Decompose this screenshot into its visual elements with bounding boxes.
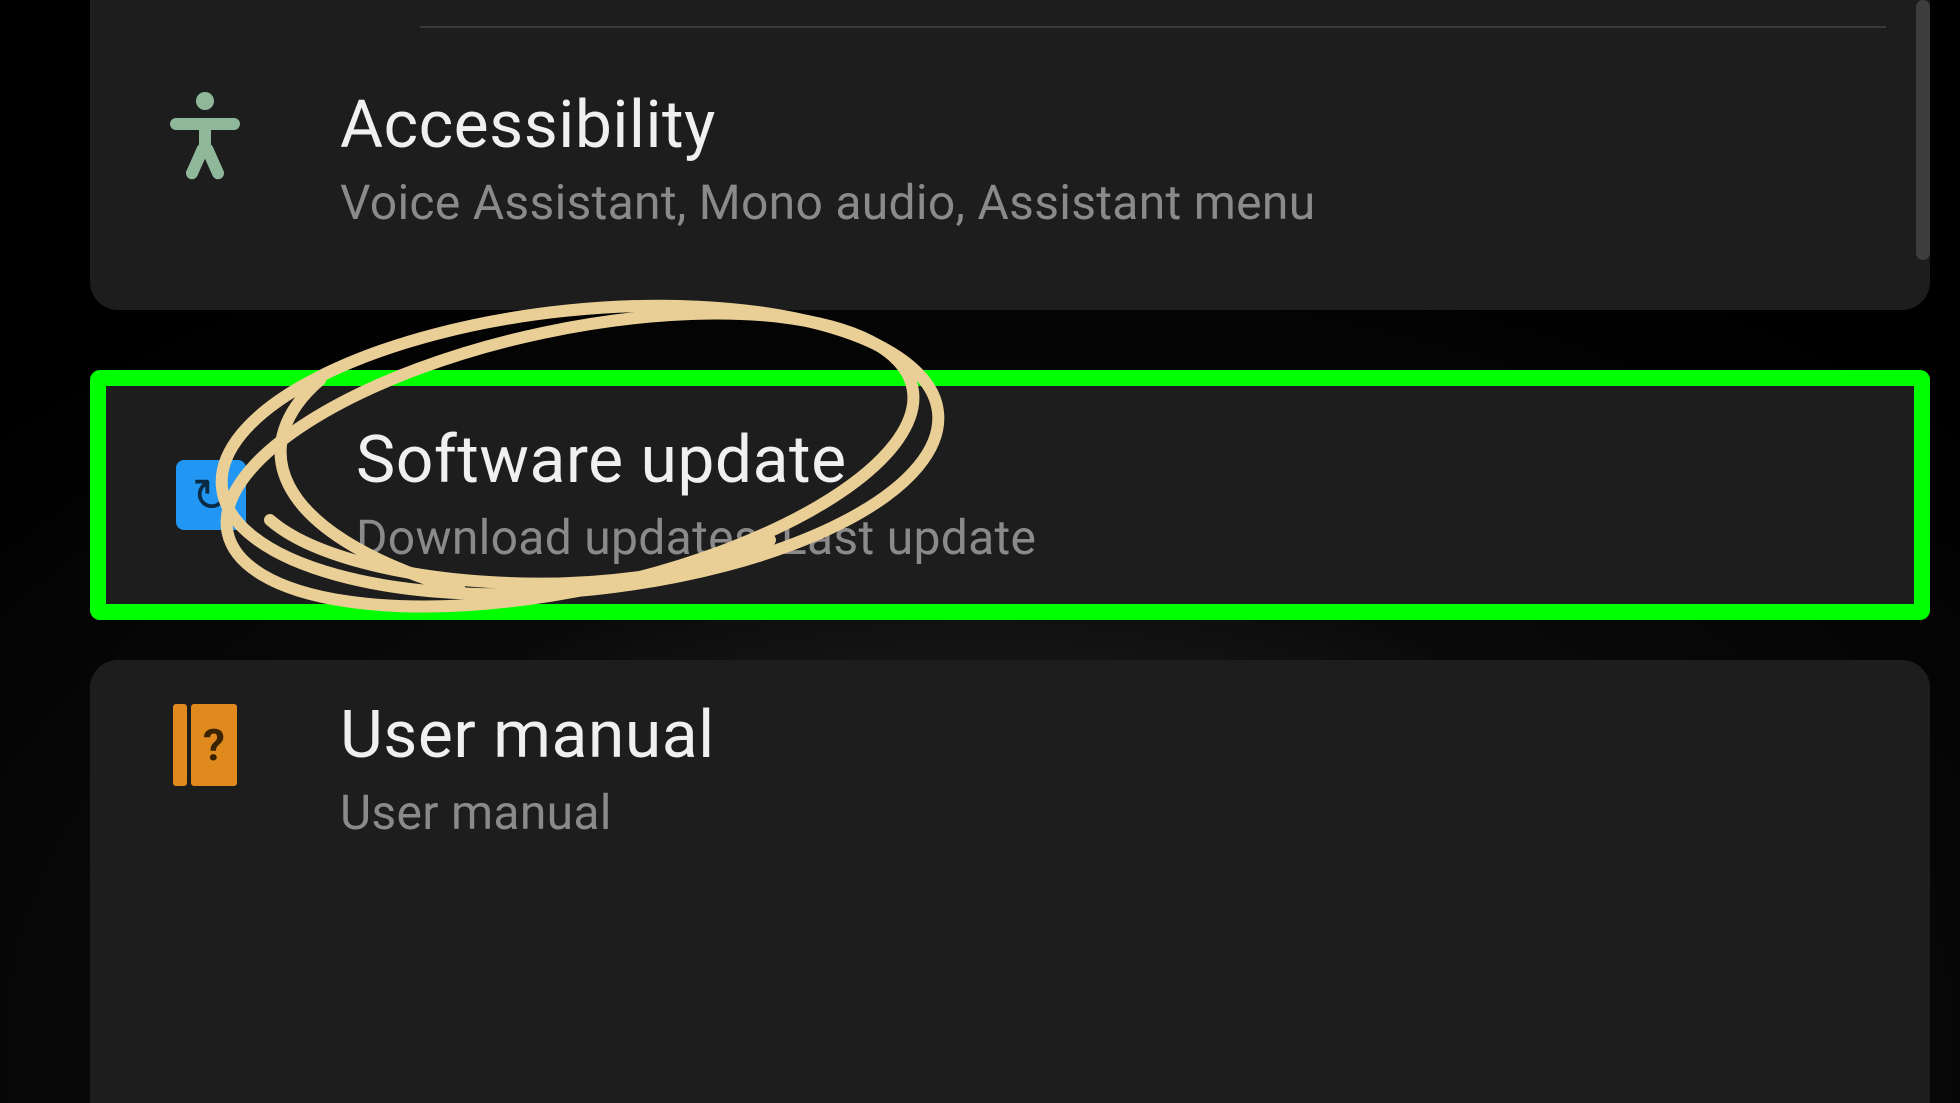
settings-item-title: Software update — [356, 425, 1874, 498]
settings-item-accessibility[interactable]: Accessibility Voice Assistant, Mono audi… — [90, 0, 1930, 310]
settings-item-subtitle: Download updates, Last update — [356, 510, 1874, 565]
update-icon: ↻ — [176, 450, 266, 540]
settings-item-title: Accessibility — [340, 90, 1890, 163]
person-icon — [160, 90, 250, 180]
settings-item-user-manual[interactable]: ? User manual User manual — [90, 660, 1930, 1103]
scrollbar-thumb[interactable] — [1916, 0, 1930, 260]
manual-icon: ? — [160, 700, 250, 790]
settings-item-subtitle: Voice Assistant, Mono audio, Assistant m… — [340, 175, 1890, 230]
settings-screen: Accessibility Voice Assistant, Mono audi… — [0, 0, 1960, 1103]
settings-item-software-update[interactable]: ↻ Software update Download updates, Last… — [90, 370, 1930, 620]
settings-item-title: User manual — [340, 700, 1890, 773]
settings-item-subtitle: User manual — [340, 785, 1890, 840]
